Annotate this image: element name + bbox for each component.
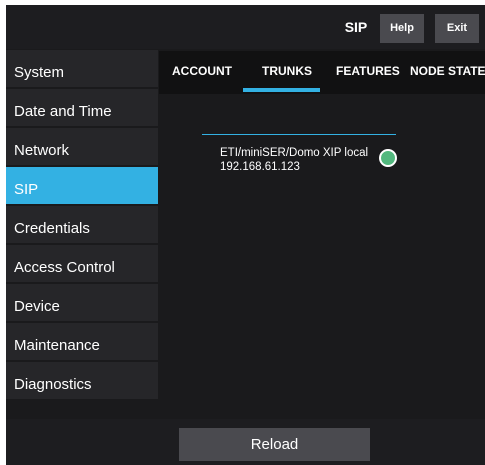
tab-node-state[interactable]: NODE STATE <box>410 51 485 94</box>
trunk-entry[interactable]: ETI/miniSER/Domo XIP local 192.168.61.12… <box>220 146 400 186</box>
sidebar-item-access-control[interactable]: Access Control <box>6 245 158 284</box>
sidebar: System Date and Time Network SIP Credent… <box>6 50 158 401</box>
header-bar: SIP Help Exit <box>6 5 485 49</box>
reload-button[interactable]: Reload <box>179 428 370 461</box>
sidebar-item-network[interactable]: Network <box>6 128 158 167</box>
tab-features[interactable]: FEATURES <box>336 51 400 94</box>
sidebar-item-date-and-time[interactable]: Date and Time <box>6 89 158 128</box>
sidebar-item-maintenance[interactable]: Maintenance <box>6 323 158 362</box>
sidebar-item-device[interactable]: Device <box>6 284 158 323</box>
tab-account[interactable]: ACCOUNT <box>172 51 232 94</box>
trunk-address: 192.168.61.123 <box>220 161 300 173</box>
active-tab-indicator <box>243 88 320 92</box>
exit-button[interactable]: Exit <box>435 14 479 43</box>
sidebar-item-system[interactable]: System <box>6 50 158 89</box>
sidebar-item-credentials[interactable]: Credentials <box>6 206 158 245</box>
trunk-name: ETI/miniSER/Domo XIP local <box>220 147 369 159</box>
tab-bar: ACCOUNT TRUNKS FEATURES NODE STATE <box>159 51 485 94</box>
help-button[interactable]: Help <box>380 14 424 43</box>
app-window: SIP Help Exit System Date and Time Netwo… <box>6 5 485 465</box>
sidebar-item-sip[interactable]: SIP <box>6 167 158 206</box>
status-indicator-icon <box>379 149 397 167</box>
trunk-divider <box>202 134 396 135</box>
sidebar-item-diagnostics[interactable]: Diagnostics <box>6 362 158 401</box>
page-title: SIP <box>344 19 368 35</box>
